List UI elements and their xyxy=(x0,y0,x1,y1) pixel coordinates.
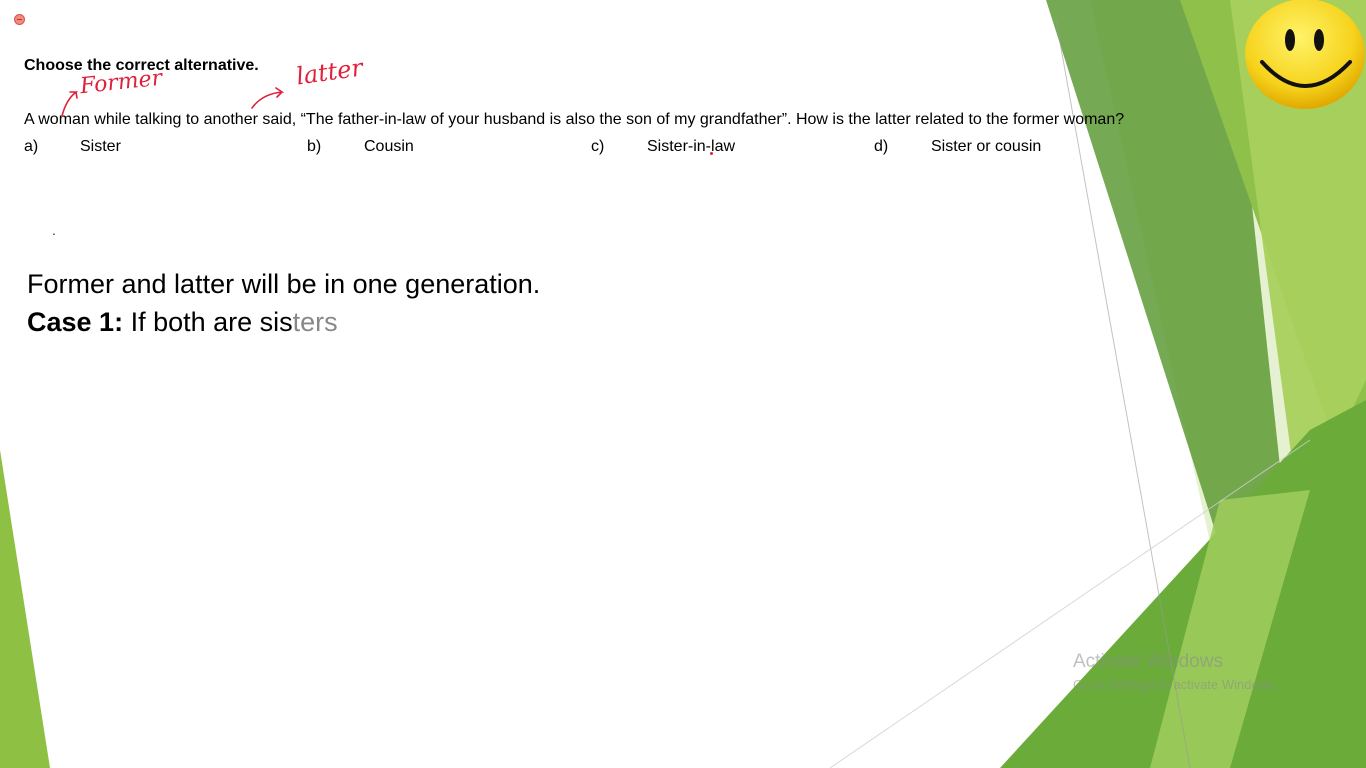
activate-windows-subtitle: Go to Settings to activate Windows. xyxy=(1073,677,1279,692)
annotation-red-dot xyxy=(710,152,713,155)
activate-windows-title: Activate Windows xyxy=(1073,651,1223,672)
former-arrow xyxy=(61,91,79,117)
slide-canvas: Choose the correct alternative. A woman … xyxy=(0,0,1366,768)
latter-arrow xyxy=(251,87,285,109)
